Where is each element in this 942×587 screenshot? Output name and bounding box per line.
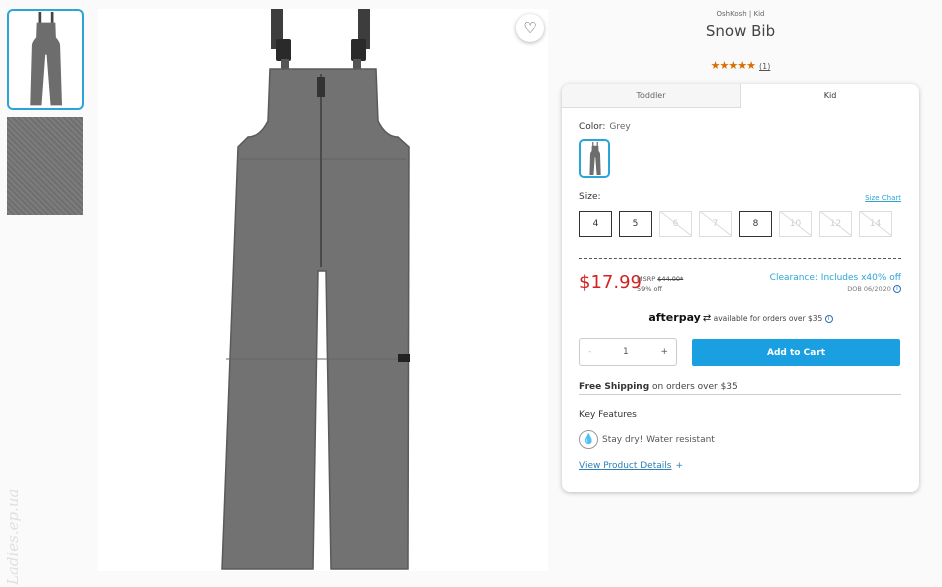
thumbnail-fabric[interactable] bbox=[7, 117, 83, 215]
star-rating-icons: ★★★★★ bbox=[710, 59, 756, 72]
thumbnail-front[interactable] bbox=[7, 9, 84, 110]
discount-percent: 59% off bbox=[637, 285, 662, 293]
brand-label[interactable]: OshKosh | Kid bbox=[562, 10, 919, 18]
quantity-decrease-button[interactable]: - bbox=[588, 347, 591, 357]
color-value: Grey bbox=[609, 122, 631, 132]
water-drop-icon: 💧 bbox=[579, 430, 598, 449]
sale-price: $17.99 bbox=[579, 272, 642, 293]
quantity-increase-button[interactable]: + bbox=[660, 347, 668, 357]
size-option-unavailable: 6 bbox=[659, 211, 692, 237]
review-count-link[interactable]: (1) bbox=[759, 62, 770, 71]
product-title: Snow Bib bbox=[705, 22, 776, 40]
snow-bib-thumb-image bbox=[29, 11, 62, 105]
view-product-details-link[interactable]: View Product Details + bbox=[579, 461, 683, 471]
msrp-label: MSRP bbox=[637, 275, 656, 283]
color-swatch-grey[interactable] bbox=[579, 139, 610, 178]
free-shipping-rest: on orders over $35 bbox=[652, 382, 738, 392]
color-label-row: Color: Grey bbox=[579, 122, 631, 132]
free-shipping-bold: Free Shipping bbox=[579, 382, 650, 392]
heart-icon: ♡ bbox=[523, 19, 537, 37]
quantity-input[interactable]: 1 bbox=[623, 347, 629, 357]
size-option-unavailable: 10 bbox=[779, 211, 812, 237]
afterpay-text: available for orders over $35 bbox=[713, 314, 823, 323]
msrp-value: $44.00* bbox=[657, 275, 684, 283]
afterpay-logo-arrows-icon: ⇄ bbox=[702, 313, 712, 324]
size-option[interactable]: 4 bbox=[579, 211, 612, 237]
feature-text: Stay dry! Water resistant bbox=[602, 434, 715, 445]
watermark: Ladies.ep.ua bbox=[4, 488, 22, 586]
size-option-unavailable: 12 bbox=[819, 211, 852, 237]
product-options-card: Toddler Kid Color: Grey Size: Size Chart … bbox=[562, 84, 919, 492]
size-label: Size: bbox=[579, 192, 601, 202]
rating[interactable]: ★★★★★ (1) bbox=[562, 59, 919, 72]
thumbnail-list bbox=[7, 9, 85, 222]
free-shipping-notice: Free Shipping on orders over $35 bbox=[579, 382, 901, 395]
afterpay-logo: afterpay bbox=[648, 311, 701, 324]
plus-icon: + bbox=[675, 461, 683, 471]
details-link-text[interactable]: View Product Details bbox=[579, 461, 671, 471]
info-icon[interactable]: i bbox=[893, 285, 901, 293]
tab-kid[interactable]: Kid bbox=[741, 84, 919, 108]
size-option[interactable]: 8 bbox=[739, 211, 772, 237]
add-to-cart-button[interactable]: Add to Cart bbox=[692, 339, 900, 366]
size-options: 4 5 6 7 8 10 12 14 bbox=[579, 211, 892, 237]
snow-bib-image bbox=[221, 9, 410, 570]
size-option-unavailable: 14 bbox=[859, 211, 892, 237]
size-option-unavailable: 7 bbox=[699, 211, 732, 237]
dob-row: DOB 06/2020 i bbox=[847, 285, 901, 293]
info-icon[interactable]: i bbox=[824, 315, 833, 323]
quantity-stepper: - 1 + bbox=[579, 338, 677, 366]
swatch-image bbox=[588, 141, 601, 175]
size-chart-link[interactable]: Size Chart bbox=[865, 194, 901, 202]
clearance-text: Clearance: Includes x40% off bbox=[769, 273, 901, 283]
afterpay-row: afterpay ⇄ available for orders over $35 … bbox=[562, 311, 919, 324]
favorite-heart-button[interactable]: ♡ bbox=[516, 14, 544, 42]
key-features-title: Key Features bbox=[579, 410, 637, 420]
size-range-tabs: Toddler Kid bbox=[562, 84, 919, 108]
msrp-block: MSRP $44.00* 59% off bbox=[637, 274, 683, 294]
main-product-image bbox=[98, 9, 548, 571]
feature-item: 💧 Stay dry! Water resistant bbox=[579, 430, 715, 449]
size-option[interactable]: 5 bbox=[619, 211, 652, 237]
color-label: Color: bbox=[579, 122, 606, 132]
tab-toddler[interactable]: Toddler bbox=[562, 84, 741, 108]
divider bbox=[579, 258, 901, 259]
dob-text: DOB 06/2020 bbox=[847, 285, 891, 293]
